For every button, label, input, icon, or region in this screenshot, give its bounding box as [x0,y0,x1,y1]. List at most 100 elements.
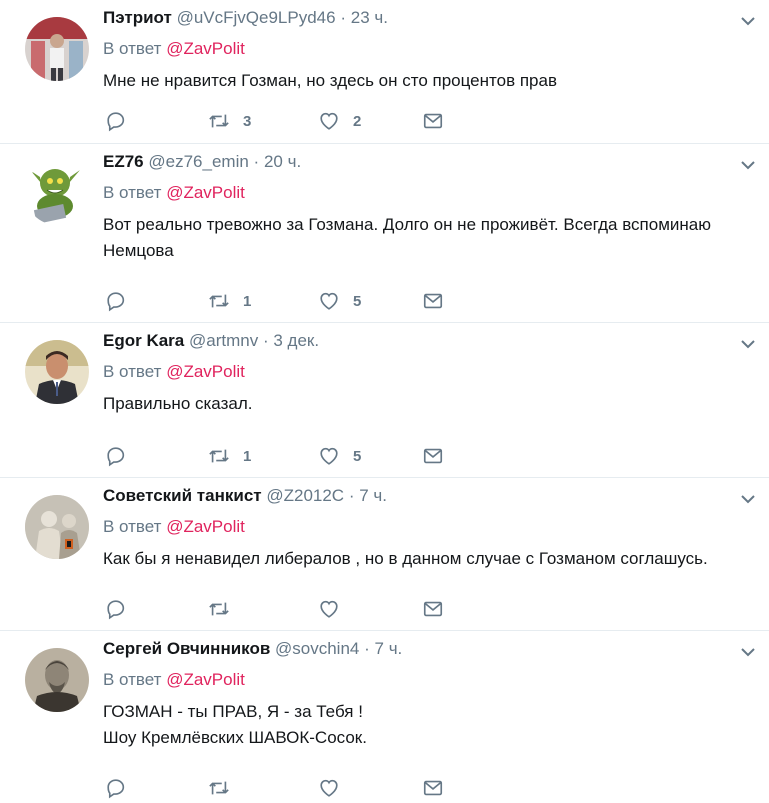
timestamp[interactable]: 7 ч. [359,486,387,505]
avatar[interactable] [25,340,89,404]
envelope-icon [423,448,443,464]
avatar[interactable] [25,161,89,225]
envelope-icon [423,293,443,309]
reply-icon [107,292,125,312]
tweet-text-line: Как бы я ненавидел либералов , но в данн… [103,549,708,568]
tweet-text: Как бы я ненавидел либералов , но в данн… [103,546,751,572]
separator: · [348,486,355,505]
separator: · [253,152,260,171]
chevron-down-icon[interactable] [739,12,757,30]
tweet[interactable]: Egor Kara @artmnv · 3 дек. В ответ @ZavP… [0,323,769,478]
direct-message-button[interactable] [422,109,444,133]
display-name[interactable]: Советский танкист [103,486,262,505]
retweet-count: 1 [243,447,252,465]
reply-icon [107,447,125,467]
envelope-icon [423,601,443,617]
tweet[interactable]: Советский танкист @Z2012C · 7 ч. В ответ… [0,478,769,631]
tweet-header: Пэтриот @uVcFjvQe9LPyd46 · 23 ч. [103,8,388,28]
retweet-icon [209,449,229,463]
tweet-text: Правильно сказал. [103,391,751,417]
reply-button[interactable] [105,109,127,133]
avatar[interactable] [25,495,89,559]
username[interactable]: @ez76_emin [148,152,248,171]
reply-button[interactable] [105,444,127,468]
username[interactable]: @artmnv [189,331,258,350]
tweet[interactable]: EZ76 @ez76_emin · 20 ч. В ответ @ZavPoli… [0,144,769,323]
tweet-text-line: Немцова [103,241,174,260]
reply-mention-link[interactable]: @ZavPolit [166,517,245,536]
heart-icon [320,447,338,465]
reply-button[interactable] [105,776,127,800]
retweet-button[interactable] [208,597,243,621]
retweet-icon [209,602,229,616]
like-count: 5 [353,292,362,310]
chevron-down-icon[interactable] [739,643,757,661]
username[interactable]: @sovchin4 [275,639,359,658]
reply-mention-link[interactable]: @ZavPolit [166,362,245,381]
chevron-down-icon[interactable] [739,335,757,353]
display-name[interactable]: Сергей Овчинников [103,639,270,658]
tweet-text-line: Мне не нравится Гозман, но здесь он сто … [103,71,557,90]
tweet-header: Сергей Овчинников @sovchin4 · 7 ч. [103,639,402,659]
reply-button[interactable] [105,289,127,313]
reply-label: В ответ [103,362,162,381]
tweet-text: ГОЗМАН - ты ПРАВ, Я - за Тебя ! Шоу Крем… [103,699,751,751]
display-name[interactable]: Egor Kara [103,331,184,350]
tweet-actions: 3 2 [103,109,463,133]
reply-context: В ответ @ZavPolit [103,517,245,537]
like-button[interactable] [318,776,353,800]
direct-message-button[interactable] [422,597,444,621]
separator: · [262,331,269,350]
reply-label: В ответ [103,39,162,58]
reply-mention-link[interactable]: @ZavPolit [166,183,245,202]
reply-button[interactable] [105,597,127,621]
tweet-header: EZ76 @ez76_emin · 20 ч. [103,152,301,172]
chevron-down-icon[interactable] [739,490,757,508]
retweet-button[interactable]: 1 [208,444,251,468]
retweet-count: 1 [243,292,252,310]
retweet-icon [209,294,229,308]
tweet[interactable]: Пэтриот @uVcFjvQe9LPyd46 · 23 ч. В ответ… [0,0,769,144]
like-button[interactable]: 5 [318,444,361,468]
direct-message-button[interactable] [422,776,444,800]
tweet-actions: 1 5 [103,289,463,313]
like-button[interactable] [318,597,353,621]
avatar[interactable] [25,648,89,712]
display-name[interactable]: EZ76 [103,152,144,171]
retweet-icon [209,114,229,128]
timestamp[interactable]: 23 ч. [351,8,388,27]
retweet-button[interactable] [208,776,243,800]
reply-icon [107,779,125,799]
reply-context: В ответ @ZavPolit [103,183,245,203]
reply-mention-link[interactable]: @ZavPolit [166,670,245,689]
display-name[interactable]: Пэтриот [103,8,172,27]
heart-icon [320,292,338,310]
separator: · [340,8,346,27]
direct-message-button[interactable] [422,289,444,313]
username[interactable]: @uVcFjvQe9LPyd46 [177,8,336,27]
username[interactable]: @Z2012C [266,486,344,505]
tweet-text: Вот реально тревожно за Гозмана. Долго о… [103,212,751,264]
tweet-text-line: Вот реально тревожно за Гозмана. Долго о… [103,215,711,234]
tweet[interactable]: Сергей Овчинников @sovchin4 · 7 ч. В отв… [0,631,769,803]
timestamp[interactable]: 20 ч. [264,152,301,171]
like-button[interactable]: 2 [318,109,361,133]
retweet-button[interactable]: 3 [208,109,251,133]
avatar[interactable] [25,17,89,81]
envelope-icon [423,113,443,129]
retweet-button[interactable]: 1 [208,289,251,313]
timestamp[interactable]: 3 дек. [273,331,319,350]
tweet-text: Мне не нравится Гозман, но здесь он сто … [103,68,751,94]
reply-mention-link[interactable]: @ZavPolit [166,39,245,58]
replies-feed: Пэтриот @uVcFjvQe9LPyd46 · 23 ч. В ответ… [0,0,769,803]
like-button[interactable]: 5 [318,289,361,313]
like-count: 2 [353,112,362,130]
reply-icon [107,600,125,620]
retweet-icon [209,781,229,795]
reply-context: В ответ @ZavPolit [103,670,245,690]
tweet-text-line: ГОЗМАН - ты ПРАВ, Я - за Тебя ! [103,702,363,721]
direct-message-button[interactable] [422,444,444,468]
reply-label: В ответ [103,517,162,536]
timestamp[interactable]: 7 ч. [375,639,403,658]
chevron-down-icon[interactable] [739,156,757,174]
